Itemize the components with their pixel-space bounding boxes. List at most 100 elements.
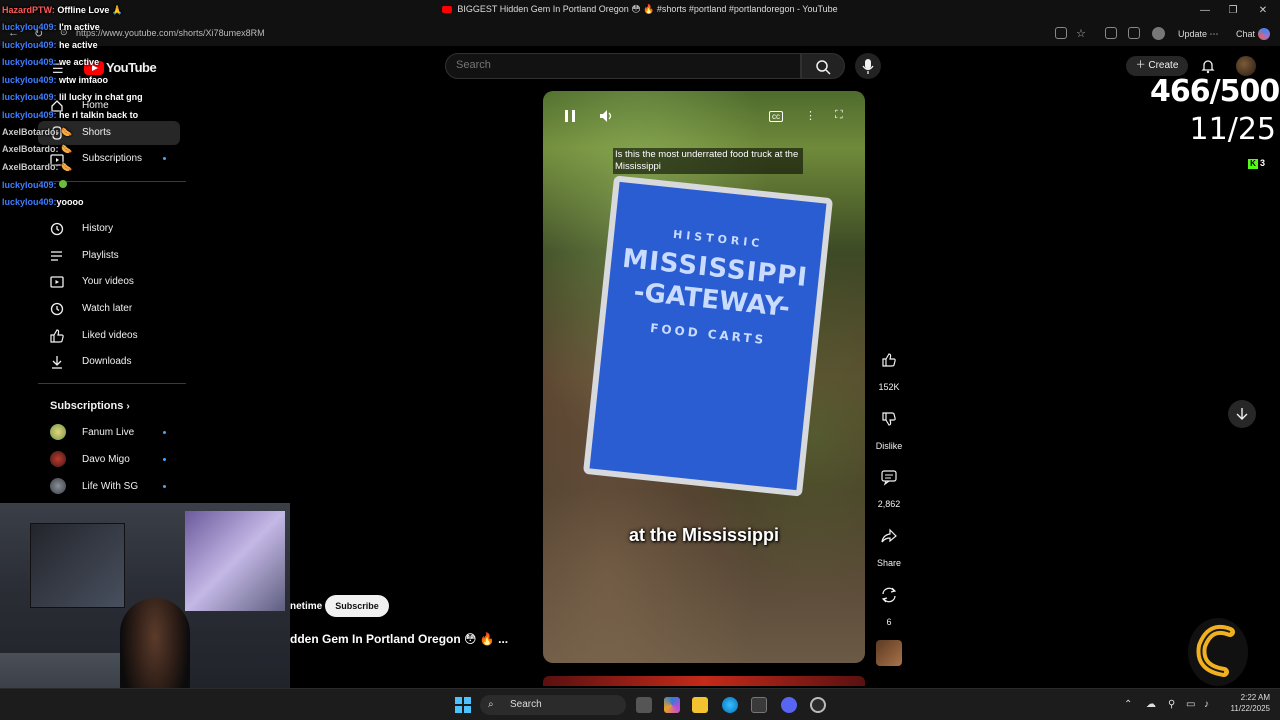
channel-name[interactable]: netime <box>290 601 322 612</box>
profile-icon[interactable] <box>1152 27 1165 40</box>
comment-icon <box>881 470 897 486</box>
browser-address-bar: ← ↻ ⊙ https://www.youtube.com/shorts/Xi7… <box>0 22 1280 46</box>
search-bar[interactable] <box>445 53 801 79</box>
taskbar-search[interactable]: ⌕ Search <box>480 695 626 715</box>
speaker-icon[interactable]: ♪ <box>1204 699 1209 710</box>
video-title[interactable]: dden Gem In Portland Oregon 😳 🔥 ... <box>290 632 508 646</box>
wall-poster <box>30 523 125 608</box>
extensions-puzzle-icon[interactable] <box>1128 27 1140 39</box>
create-label: Create <box>1148 60 1179 71</box>
streamer-logo <box>1180 606 1256 692</box>
more-options-button[interactable]: ⋮ <box>805 109 819 123</box>
minimize-button[interactable]: — <box>1190 3 1220 19</box>
dislike-button[interactable]: Dislike <box>872 404 906 451</box>
extension-icon[interactable] <box>1105 27 1117 39</box>
microphone-icon[interactable]: ⚲ <box>1168 699 1175 710</box>
sidebar-item-downloads[interactable]: Downloads <box>38 350 180 374</box>
close-window-button[interactable]: ✕ <box>1248 3 1278 19</box>
maximize-button[interactable]: ❐ <box>1218 3 1248 19</box>
url-field[interactable]: https://www.youtube.com/shorts/Xi78umex8… <box>76 28 265 38</box>
fullscreen-button[interactable]: ⛶ <box>835 109 849 123</box>
subscription-label: Fanum Live <box>82 427 135 438</box>
account-avatar[interactable] <box>1236 56 1256 76</box>
chat-message: luckylou409:yoooo <box>2 197 84 207</box>
sidebar-item-history[interactable]: History <box>38 217 180 241</box>
pause-button[interactable] <box>563 109 577 123</box>
comments-circle <box>874 462 904 492</box>
like-button[interactable]: 152K <box>872 345 906 392</box>
hotdog-emote-icon: 🌭 <box>61 162 73 172</box>
captions-button[interactable]: cc <box>769 111 783 122</box>
next-short-preview[interactable] <box>543 676 865 686</box>
gemini-icon[interactable] <box>1258 28 1270 40</box>
share-icon <box>881 528 897 543</box>
bell-icon <box>1201 60 1215 74</box>
subscriptions-heading[interactable]: Subscriptions › <box>50 400 130 412</box>
subscribe-button[interactable]: Subscribe <box>325 595 389 617</box>
edge-browser-icon[interactable] <box>722 697 738 713</box>
discord-icon[interactable] <box>781 697 797 713</box>
chat-username: luckylou409: <box>2 22 57 32</box>
subscription-item[interactable]: Life With SG <box>38 475 180 499</box>
sidebar-item-watch-later[interactable]: Watch later <box>38 297 180 321</box>
sidebar-item-playlists[interactable]: Playlists <box>38 244 180 268</box>
kick-viewer-count: 3 <box>1260 158 1266 168</box>
chat-username: luckylou409: <box>2 110 57 120</box>
start-button[interactable] <box>455 697 471 713</box>
sidebar-item-label: History <box>82 223 114 234</box>
chat-message: AxelBotardo: 🌭 <box>2 144 72 155</box>
chevron-up-icon[interactable]: ⌃ <box>1124 699 1132 710</box>
chat-message: luckylou409: I'm active <box>2 22 100 32</box>
sound-creator-thumbnail[interactable] <box>876 640 902 666</box>
sub-counter: 11/25 <box>1189 112 1276 147</box>
chat-message: luckylou409: lil lucky in chat gng <box>2 92 143 102</box>
search-input[interactable] <box>456 59 786 71</box>
more-menu-icon[interactable]: ⋯ <box>1210 29 1219 39</box>
sidebar-item-your-videos[interactable]: Your videos <box>38 270 180 294</box>
store-icon[interactable] <box>751 697 767 713</box>
comments-button[interactable]: 2,862 <box>872 462 906 509</box>
your-videos-icon <box>50 276 64 288</box>
hotdog-emote-icon: 🌭 <box>61 144 73 154</box>
update-label: Update <box>1178 29 1208 39</box>
bookmark-star-icon[interactable]: ☆ <box>1076 27 1086 40</box>
shorts-video-player[interactable]: HISTORIC MISSISSIPPI -GATEWAY- FOOD CART… <box>543 91 865 663</box>
chat-text: Offline Love 🙏 <box>57 5 124 15</box>
chevron-right-icon: › <box>126 401 130 412</box>
chat-button[interactable]: Chat <box>1236 29 1255 39</box>
clock-time[interactable]: 2:22 AM <box>1230 693 1270 702</box>
live-dot <box>163 485 166 488</box>
obs-icon[interactable] <box>810 697 826 713</box>
share-button[interactable]: Share <box>872 521 906 568</box>
network-icon[interactable]: ▭ <box>1186 699 1195 710</box>
subscription-item[interactable]: Davo Migo <box>38 448 180 472</box>
chat-message: HazardPTW: Offline Love 🙏 <box>2 5 123 16</box>
youtube-favicon-icon <box>442 6 453 14</box>
kick-viewer-badge: K3 <box>1248 158 1265 169</box>
copilot-icon[interactable] <box>664 697 680 713</box>
search-button[interactable] <box>801 53 845 79</box>
youtube-logo-text: YouTube <box>106 60 157 75</box>
browser-title-bar: BIGGEST Hidden Gem In Portland Oregon 😳 … <box>0 0 1280 22</box>
clock-date[interactable]: 11/22/2025 <box>1222 704 1270 713</box>
file-explorer-icon[interactable] <box>692 697 708 713</box>
chat-username: AxelBotardo: <box>2 162 59 172</box>
task-view-icon[interactable] <box>636 697 652 713</box>
install-app-icon[interactable] <box>1055 27 1067 39</box>
next-video-button[interactable] <box>1228 400 1256 428</box>
search-icon <box>816 60 831 75</box>
sidebar-item-liked-videos[interactable]: Liked videos <box>38 324 180 348</box>
sidebar-item-label: Subscriptions <box>82 153 143 164</box>
create-button[interactable]: ＋ Create <box>1126 56 1188 76</box>
channel-avatar <box>50 451 66 467</box>
cloud-icon[interactable]: ☁ <box>1146 699 1156 710</box>
new-content-dot <box>163 157 166 160</box>
update-button[interactable]: Update ⋯ <box>1174 26 1232 42</box>
subscription-label: Davo Migo <box>82 454 130 465</box>
subscription-item[interactable]: Fanum Live <box>38 421 180 445</box>
volume-button[interactable] <box>599 109 613 123</box>
dislike-label: Dislike <box>875 441 903 451</box>
chat-message: luckylou409: <box>2 180 68 190</box>
voice-search-button[interactable] <box>855 53 881 79</box>
remix-button[interactable]: 6 <box>872 580 906 627</box>
